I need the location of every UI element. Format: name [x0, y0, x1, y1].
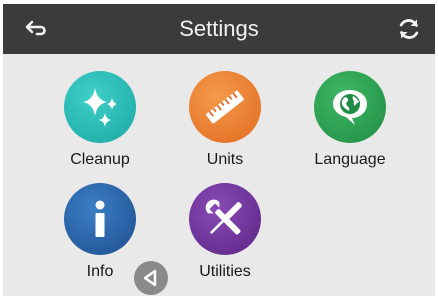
units-icon-circle [189, 71, 261, 143]
tile-utilities[interactable]: Utilities [170, 183, 280, 289]
sparkle-icon [83, 88, 117, 127]
tools-icon [205, 199, 242, 235]
ruler-icon [206, 90, 244, 124]
cleanup-icon-circle [64, 71, 136, 143]
language-icon-circle [314, 71, 386, 143]
globe-speech-icon [333, 90, 367, 125]
page-title: Settings [179, 16, 259, 41]
info-icon-circle [64, 183, 136, 255]
tile-label-cleanup: Cleanup [70, 151, 130, 168]
triangle-left-icon [143, 269, 157, 287]
settings-screen: Settings Cleanup Units Language Info Uti… [3, 4, 435, 296]
utilities-icon-circle [189, 183, 261, 255]
header-bar: Settings [3, 4, 435, 54]
tile-label-utilities: Utilities [199, 263, 251, 280]
tile-label-units: Units [206, 151, 244, 168]
tile-label-language: Language [314, 151, 386, 168]
tile-units[interactable]: Units [170, 71, 280, 177]
refresh-button[interactable] [393, 13, 425, 45]
info-icon [95, 200, 105, 237]
tile-cleanup[interactable]: Cleanup [45, 71, 155, 177]
refresh-icon [399, 19, 419, 39]
previous-page-button[interactable] [134, 261, 168, 295]
tile-language[interactable]: Language [295, 71, 405, 177]
